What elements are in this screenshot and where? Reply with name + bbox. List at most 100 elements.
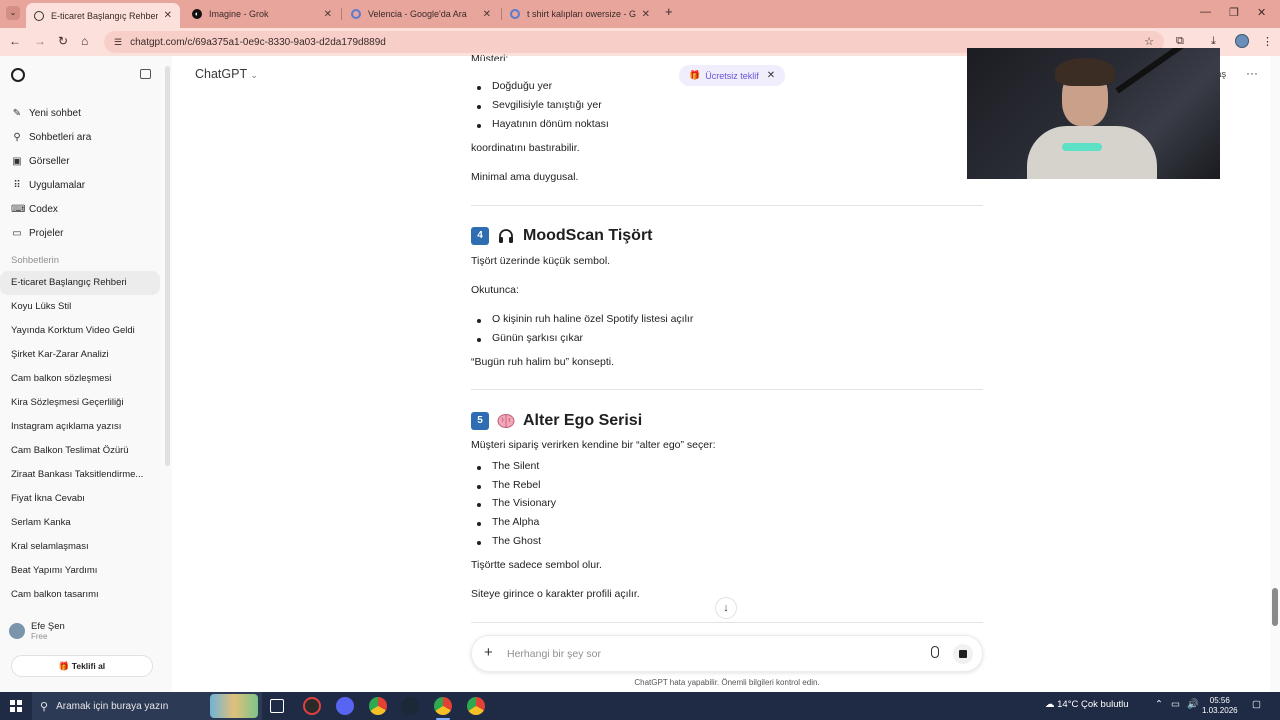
- close-tab-icon[interactable]: ✕: [483, 9, 491, 20]
- scroll-to-bottom-button[interactable]: ↓: [715, 597, 737, 619]
- chrome-icon[interactable]: [434, 697, 452, 715]
- sidebar-nav: ✎ Yeni sohbet ⚲ Sohbetleri ara ▣ Görsell…: [11, 101, 91, 245]
- volume-icon[interactable]: 🔊: [1187, 699, 1199, 710]
- add-attachment-icon[interactable]: +: [484, 644, 493, 661]
- bookmark-star-icon[interactable]: ☆: [1144, 35, 1154, 48]
- upgrade-button[interactable]: 🎁 Teklifi al: [11, 655, 153, 677]
- model-selector[interactable]: ChatGPT ⌄: [195, 67, 258, 81]
- webcam-mic-light: [1062, 143, 1102, 151]
- chat-history-item[interactable]: E-ticaret Başlangıç Rehberi: [0, 271, 160, 295]
- windows-start-icon[interactable]: [10, 700, 22, 712]
- restore-icon[interactable]: ❐: [1229, 6, 1239, 19]
- chat-history-item[interactable]: Şirket Kar-Zarar Analizi: [0, 343, 160, 367]
- minimize-icon[interactable]: —: [1200, 6, 1211, 18]
- user-profile[interactable]: Efe Şen Free: [9, 621, 65, 641]
- chat-history-item[interactable]: Fiyat İkna Cevabı: [0, 487, 160, 511]
- new-tab-icon[interactable]: +: [665, 4, 673, 19]
- sidebar-item-search-chats[interactable]: ⚲ Sohbetleri ara: [11, 125, 91, 149]
- chat-history-item[interactable]: Yayında Korktum Video Geldi: [0, 319, 160, 343]
- paragraph: koordinatını bastırabilir.: [471, 142, 580, 154]
- sidebar-item-new-chat[interactable]: ✎ Yeni sohbet: [11, 101, 91, 125]
- bullet: [477, 522, 481, 526]
- prompt-input[interactable]: Herhangi bir şey sor: [507, 648, 601, 660]
- reload-icon[interactable]: ↻: [58, 34, 68, 48]
- sidebar-item-apps[interactable]: ⠿ Uygulamalar: [11, 173, 91, 197]
- bullet: [477, 503, 481, 507]
- task-view-icon[interactable]: [270, 699, 284, 713]
- forward-icon[interactable]: →: [34, 34, 46, 48]
- sidebar-toggle-icon[interactable]: [140, 69, 151, 79]
- section-divider: [471, 389, 983, 390]
- close-icon[interactable]: ✕: [767, 70, 775, 81]
- browser-tab[interactable]: ◐ Imagine - Grok ✕: [184, 3, 340, 25]
- images-icon: ▣: [12, 155, 22, 167]
- prompt-composer[interactable]: + Herhangi bir şey sor: [471, 635, 983, 672]
- chevron-down-icon: ⌄: [250, 70, 258, 80]
- close-tab-icon[interactable]: ✕: [642, 9, 650, 20]
- steam-icon[interactable]: [401, 697, 419, 715]
- sidebar-item-codex[interactable]: ⌨ Codex: [11, 197, 91, 221]
- browser-tab[interactable]: Velencia - Google'da Ara ✕: [343, 3, 499, 25]
- site-info-icon[interactable]: ☰: [114, 37, 122, 48]
- profile-avatar[interactable]: [1235, 34, 1249, 48]
- edit-icon: ✎: [12, 107, 22, 119]
- list-item: The Visionary: [492, 497, 557, 509]
- close-tab-icon[interactable]: ✕: [164, 10, 172, 21]
- sidebar-scrollbar[interactable]: [165, 66, 170, 466]
- chat-history-item[interactable]: Kral selamlaşması: [0, 535, 160, 559]
- bullet: [477, 466, 481, 470]
- upgrade-label: Teklifi al: [71, 661, 106, 671]
- network-icon[interactable]: ▭: [1171, 699, 1180, 710]
- screen: ⌄ E-ticaret Başlangıç Rehberi ✕ ◐ Imagin…: [0, 0, 1280, 720]
- download-icon[interactable]: ⤓: [1211, 35, 1216, 48]
- section-heading: 5 Alter Ego Serisi: [471, 412, 642, 430]
- list-item: O kişinin ruh haline özel Spotify listes…: [492, 313, 694, 325]
- free-offer-pill[interactable]: 🎁 Ücretsiz teklif ✕: [679, 65, 786, 86]
- chat-history-item[interactable]: Beat Yapımı Yardımı: [0, 559, 160, 583]
- stop-generating-button[interactable]: [953, 644, 973, 664]
- browser-menu-icon[interactable]: ⋮: [1262, 35, 1273, 48]
- paragraph: Tişört üzerinde küçük sembol.: [471, 255, 611, 267]
- list-item: The Silent: [492, 460, 540, 472]
- close-window-icon[interactable]: ✕: [1257, 6, 1266, 19]
- url-text: chatgpt.com/c/69a375a1-0e9c-8330-9a03-d2…: [130, 36, 386, 48]
- browser-tab-strip: ⌄ E-ticaret Başlangıç Rehberi ✕ ◐ Imagin…: [0, 0, 1280, 28]
- weather-widget[interactable]: ☁ 14°C Çok bulutlu: [1045, 699, 1129, 710]
- tab-separator: [341, 8, 342, 20]
- chat-history-item[interactable]: Kira Sözleşmesi Geçerliliği: [0, 391, 160, 415]
- tab-search-button[interactable]: ⌄: [6, 6, 20, 20]
- microphone-icon[interactable]: [931, 646, 939, 658]
- tray-chevron-icon[interactable]: ⌃: [1155, 699, 1163, 710]
- bullet: [477, 124, 481, 128]
- close-tab-icon[interactable]: ✕: [324, 9, 332, 20]
- more-options-icon[interactable]: ···: [1246, 66, 1258, 80]
- browser-tab-active[interactable]: E-ticaret Başlangıç Rehberi ✕: [26, 3, 180, 28]
- home-icon[interactable]: ⌂: [81, 34, 88, 48]
- sidebar-section-title: Sohbetlerin: [11, 255, 60, 266]
- chat-history-item[interactable]: Cam balkon tasarımı: [0, 583, 160, 607]
- notifications-icon[interactable]: ▢: [1252, 699, 1261, 710]
- chat-history-item[interactable]: Instagram açıklama yazısı: [0, 415, 160, 439]
- chat-history-item[interactable]: Serlam Kanka: [0, 511, 160, 535]
- app-icon-record[interactable]: [303, 697, 321, 715]
- taskbar-clock[interactable]: 05:56 1.03.2026: [1202, 696, 1238, 716]
- chat-history-item[interactable]: Cam Balkon Teslimat Özürü: [0, 439, 160, 463]
- chrome-icon[interactable]: [467, 697, 485, 715]
- chat-history-item[interactable]: Cam balkon sözleşmesi: [0, 367, 160, 391]
- user-avatar: [9, 623, 25, 639]
- sidebar-item-projects[interactable]: ▭ Projeler: [11, 221, 91, 245]
- chrome-icon[interactable]: [369, 697, 387, 715]
- sidebar-item-images[interactable]: ▣ Görseller: [11, 149, 91, 173]
- sidebar: ✎ Yeni sohbet ⚲ Sohbetleri ara ▣ Görsell…: [0, 56, 172, 692]
- bullet: [477, 105, 481, 109]
- chat-history-item[interactable]: Koyu Lüks Stil: [0, 295, 160, 319]
- browser-tab[interactable]: t shirt kalıpları owersize - Goog ✕: [502, 3, 658, 25]
- chat-history-item[interactable]: Ziraat Bankası Taksitlendirme...: [0, 463, 160, 487]
- codex-icon: ⌨: [11, 203, 26, 215]
- taskbar-search-placeholder: Aramak için buraya yazın: [56, 700, 169, 712]
- extensions-icon[interactable]: ⧉: [1176, 35, 1184, 48]
- discord-icon[interactable]: [336, 697, 354, 715]
- page-scrollbar-thumb[interactable]: [1272, 588, 1278, 626]
- back-icon[interactable]: ←: [9, 34, 21, 48]
- openai-logo-icon[interactable]: [11, 68, 25, 82]
